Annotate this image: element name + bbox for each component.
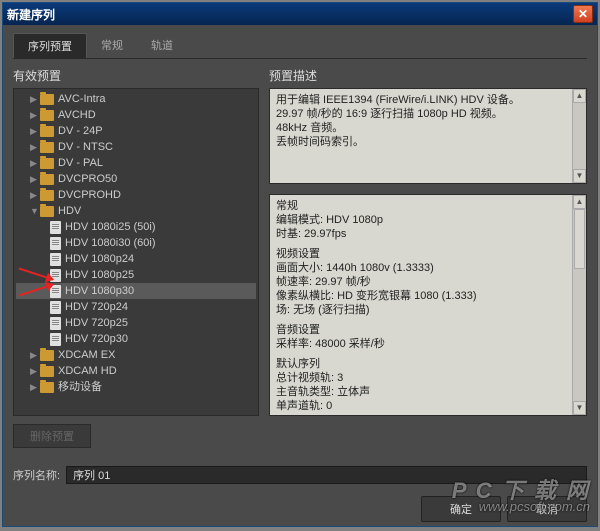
preset-hdv1080p24[interactable]: HDV 1080p24 [16, 251, 256, 267]
folder-hdv[interactable]: ▼HDV [16, 203, 256, 219]
props-default-header: 默认序列 [276, 357, 580, 371]
scrollbar[interactable]: ▲ ▼ [572, 195, 586, 415]
props-audio-header: 音频设置 [276, 323, 580, 337]
folder-dvcpro50[interactable]: ▶DVCPRO50 [16, 171, 256, 187]
tab-tracks[interactable]: 轨道 [137, 33, 187, 58]
folder-icon [40, 174, 54, 185]
props-sample-rate: 采样率: 48000 采样/秒 [276, 337, 580, 351]
folder-dvpal[interactable]: ▶DV - PAL [16, 155, 256, 171]
props-general-header: 常规 [276, 199, 580, 213]
props-frame-rate: 帧速率: 29.97 帧/秒 [276, 275, 580, 289]
scroll-up-icon[interactable]: ▲ [573, 89, 586, 103]
props-video-header: 视频设置 [276, 247, 580, 261]
scroll-thumb[interactable] [574, 209, 585, 269]
properties-box: 常规 编辑模式: HDV 1080p 时基: 29.97fps 视频设置 画面大… [269, 194, 587, 416]
scroll-up-icon[interactable]: ▲ [573, 195, 586, 209]
folder-xdcamex[interactable]: ▶XDCAM EX [16, 347, 256, 363]
delete-preset-button: 删除预置 [13, 424, 91, 448]
preset-panel-title: 有效预置 [13, 67, 259, 84]
sequence-name-label: 序列名称: [13, 467, 60, 483]
scroll-down-icon[interactable]: ▼ [573, 401, 586, 415]
props-master-type: 主音轨类型: 立体声 [276, 385, 580, 399]
tab-bar: 序列预置 常规 轨道 [13, 33, 587, 59]
tab-preset[interactable]: 序列预置 [13, 33, 87, 58]
folder-icon [40, 382, 54, 393]
props-frame-size: 画面大小: 1440h 1080v (1.3333) [276, 261, 580, 275]
preset-hdv720p25[interactable]: HDV 720p25 [16, 315, 256, 331]
folder-avc-intra[interactable]: ▶AVC-Intra [16, 91, 256, 107]
scrollbar[interactable]: ▲ ▼ [572, 89, 586, 183]
folder-icon [40, 142, 54, 153]
close-button[interactable]: ✕ [573, 5, 593, 23]
props-edit-mode: 编辑模式: HDV 1080p [276, 213, 580, 227]
preset-icon [50, 253, 61, 266]
preset-icon [50, 317, 61, 330]
preset-icon [50, 333, 61, 346]
folder-icon [40, 350, 54, 361]
folder-dvcprohd[interactable]: ▶DVCPROHD [16, 187, 256, 203]
desc-line: 丢帧时间码索引。 [276, 135, 580, 149]
window-title: 新建序列 [7, 6, 573, 23]
props-timebase: 时基: 29.97fps [276, 227, 580, 241]
folder-icon [40, 110, 54, 121]
folder-xdcamhd[interactable]: ▶XDCAM HD [16, 363, 256, 379]
desc-line: 用于编辑 IEEE1394 (FireWire/i.LINK) HDV 设备。 [276, 93, 580, 107]
props-fields: 场: 无场 (逐行扫描) [276, 303, 580, 317]
cancel-button[interactable]: 取消 [507, 496, 587, 522]
folder-mobile[interactable]: ▶移动设备 [16, 379, 256, 395]
preset-icon [50, 301, 61, 314]
preset-hdv720p30[interactable]: HDV 720p30 [16, 331, 256, 347]
description-box: 用于编辑 IEEE1394 (FireWire/i.LINK) HDV 设备。 … [269, 88, 587, 184]
folder-dvntsc[interactable]: ▶DV - NTSC [16, 139, 256, 155]
description-panel-title: 预置描述 [269, 67, 587, 84]
desc-line: 29.97 帧/秒的 16:9 逐行扫描 1080p HD 视频。 [276, 107, 580, 121]
folder-icon [40, 94, 54, 105]
preset-hdv720p24[interactable]: HDV 720p24 [16, 299, 256, 315]
folder-icon [40, 126, 54, 137]
folder-icon [40, 206, 54, 217]
sequence-name-input[interactable] [66, 466, 587, 484]
preset-icon [50, 221, 61, 234]
preset-tree[interactable]: ▶AVC-Intra ▶AVCHD ▶DV - 24P ▶DV - NTSC ▶… [13, 88, 259, 416]
preset-icon [50, 237, 61, 250]
folder-icon [40, 366, 54, 377]
titlebar: 新建序列 ✕ [3, 3, 597, 25]
folder-icon [40, 190, 54, 201]
tab-general[interactable]: 常规 [87, 33, 137, 58]
props-mono-tracks: 单声道轨: 0 [276, 399, 580, 413]
props-video-tracks: 总计视频轨: 3 [276, 371, 580, 385]
folder-dv24p[interactable]: ▶DV - 24P [16, 123, 256, 139]
preset-hdv1080i25[interactable]: HDV 1080i25 (50i) [16, 219, 256, 235]
scroll-down-icon[interactable]: ▼ [573, 169, 586, 183]
folder-avchd[interactable]: ▶AVCHD [16, 107, 256, 123]
desc-line: 48kHz 音频。 [276, 121, 580, 135]
props-pixel-ar: 像素纵横比: HD 变形宽银幕 1080 (1.333) [276, 289, 580, 303]
ok-button[interactable]: 确定 [421, 496, 501, 522]
folder-icon [40, 158, 54, 169]
preset-hdv1080i30[interactable]: HDV 1080i30 (60i) [16, 235, 256, 251]
